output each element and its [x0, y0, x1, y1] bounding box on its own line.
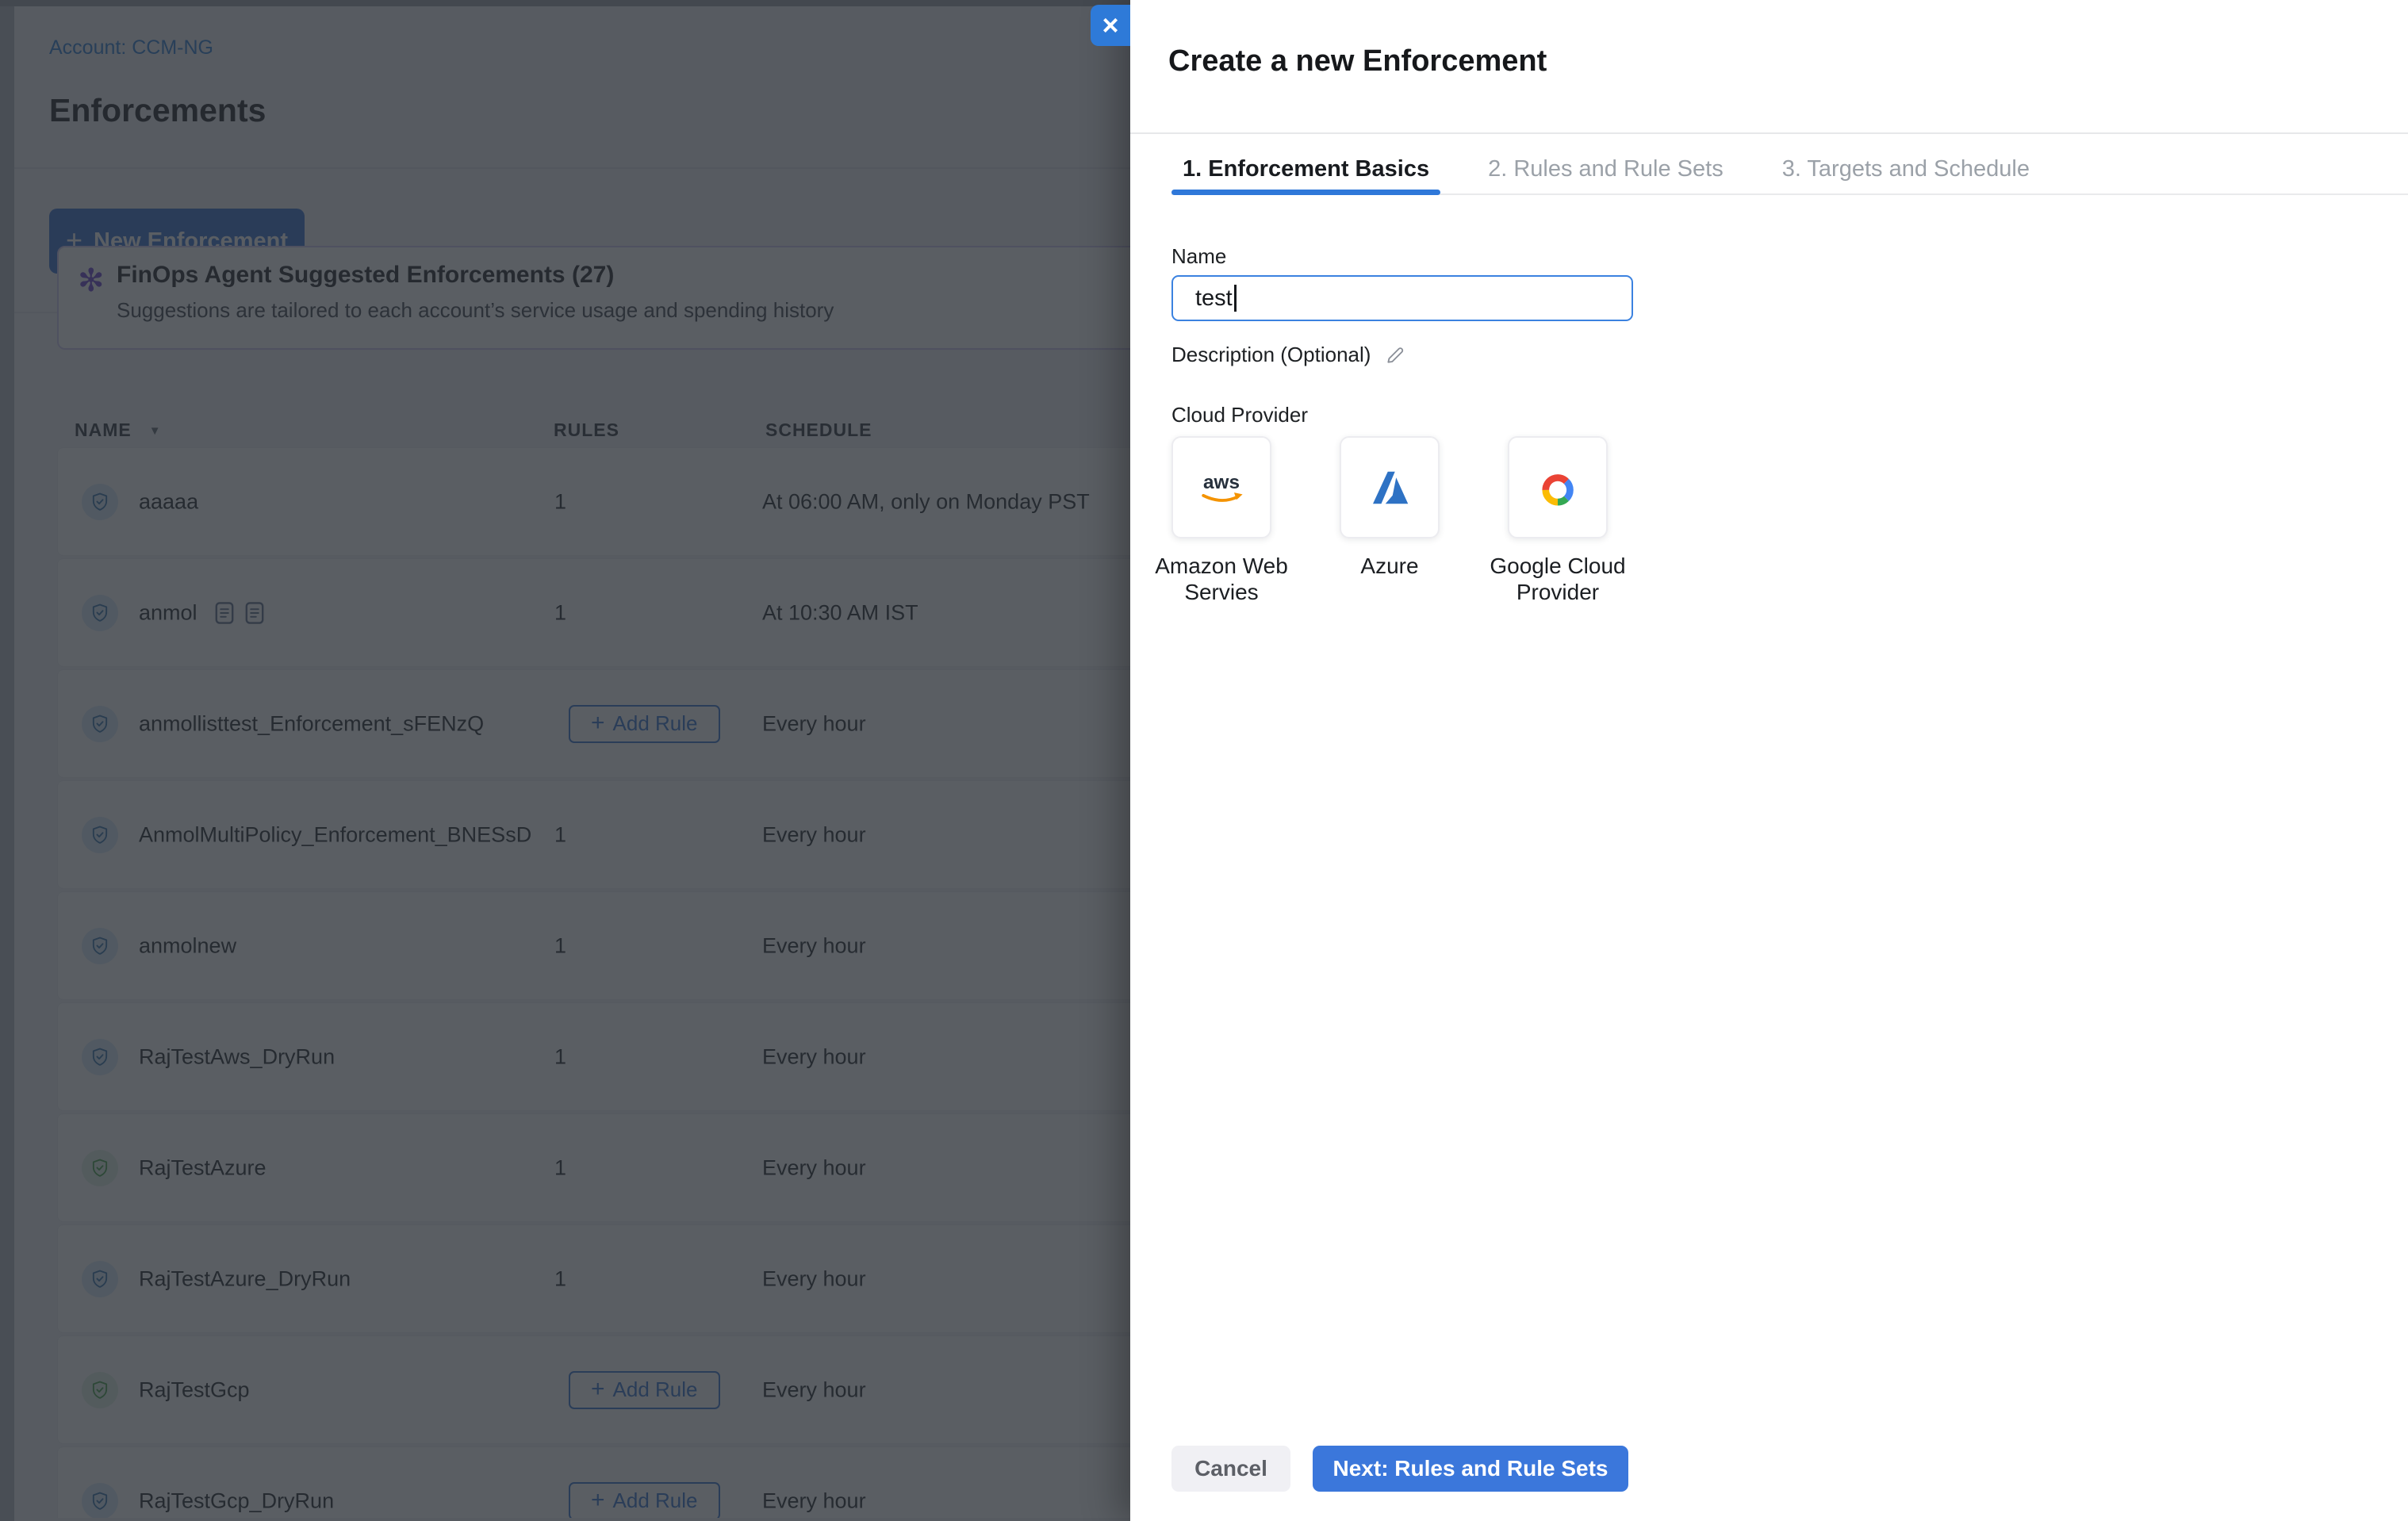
tab-2[interactable]: 2. Rules and Rule Sets: [1477, 144, 1735, 193]
name-label: Name: [1171, 244, 1226, 269]
provider-card-azure[interactable]: [1340, 436, 1440, 538]
cancel-button[interactable]: Cancel: [1171, 1446, 1290, 1492]
close-icon[interactable]: ×: [1091, 5, 1130, 46]
edit-pencil-icon[interactable]: [1385, 345, 1405, 366]
wizard-tabs: 1. Enforcement Basics 2. Rules and Rule S…: [1171, 144, 2408, 195]
drawer-title-divider: [1130, 132, 2408, 134]
provider-card-aws[interactable]: aws: [1171, 436, 1271, 538]
tab-3[interactable]: 3. Targets and Schedule: [1771, 144, 2041, 193]
drawer-title: Create a new Enforcement: [1168, 44, 1547, 79]
azure-logo-icon: [1366, 464, 1413, 511]
provider-label-azure: Azure: [1302, 553, 1477, 579]
provider-option-azure: Azure: [1340, 436, 1440, 605]
name-input-value: test: [1195, 285, 1233, 312]
provider-label-aws: Amazon Web Servies: [1134, 553, 1309, 605]
aws-logo-icon: aws: [1191, 468, 1252, 508]
cloud-provider-options: aws Amazon Web Servies Azure Google Clou…: [1171, 436, 1608, 605]
provider-option-gcp: Google Cloud Provider: [1508, 436, 1608, 605]
name-input[interactable]: test: [1171, 275, 1633, 321]
provider-option-aws: aws Amazon Web Servies: [1171, 436, 1271, 605]
description-label-row: Description (Optional): [1171, 343, 1405, 367]
next-button[interactable]: Next: Rules and Rule Sets: [1313, 1446, 1628, 1492]
cloud-provider-label: Cloud Provider: [1171, 403, 1308, 427]
create-enforcement-drawer: Create a new Enforcement 1. Enforcement …: [1130, 0, 2408, 1521]
svg-text:aws: aws: [1203, 471, 1240, 492]
screen: Account: CCM-NG Enforcements + New Enfor…: [0, 0, 2408, 1521]
provider-label-gcp: Google Cloud Provider: [1470, 553, 1645, 605]
tab-1[interactable]: 1. Enforcement Basics: [1171, 144, 1440, 193]
gcp-logo-icon: [1535, 465, 1581, 511]
description-label: Description (Optional): [1171, 343, 1371, 367]
provider-card-gcp[interactable]: [1508, 436, 1608, 538]
text-caret: [1234, 285, 1237, 312]
